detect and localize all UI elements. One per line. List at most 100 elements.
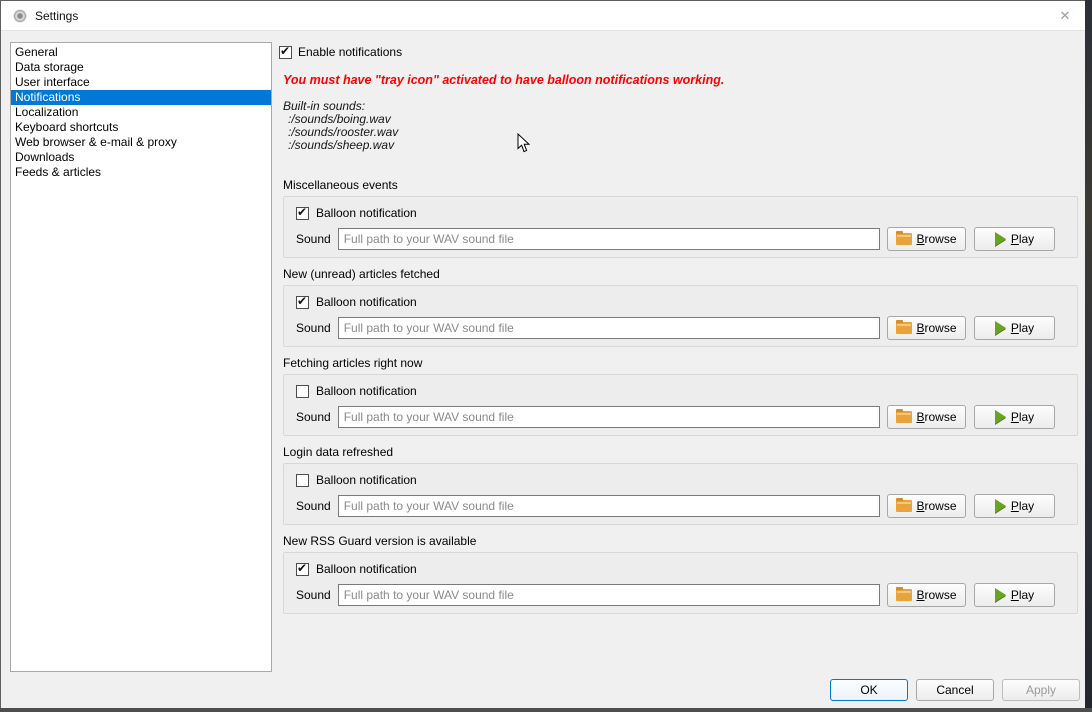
close-icon[interactable]: ✕ [1055, 6, 1075, 26]
balloon-notification-label: Balloon notification [316, 473, 417, 487]
folder-icon [896, 500, 912, 512]
browse-button[interactable]: Browse [887, 405, 966, 429]
sidebar-item-general[interactable]: General [11, 45, 271, 60]
play-button-label: Play [1011, 232, 1034, 246]
title-bar: Settings ✕ [1, 1, 1085, 31]
checkmark-icon: ✔ [280, 44, 290, 58]
window-border-left [0, 0, 1, 712]
browse-button-label: Browse [916, 321, 956, 335]
cancel-button[interactable]: Cancel [916, 679, 994, 701]
browse-button[interactable]: Browse [887, 316, 966, 340]
browse-button-label: Browse [916, 588, 956, 602]
checkmark-icon: ✔ [297, 205, 307, 219]
section-groupbox: ✔ Balloon notification Sound Browse Play [283, 196, 1078, 258]
play-icon [995, 588, 1006, 602]
sidebar-item-downloads[interactable]: Downloads [11, 150, 271, 165]
builtin-sounds-block: Built-in sounds: :/sounds/boing.wav :/so… [283, 100, 398, 152]
folder-icon [896, 322, 912, 334]
browse-button[interactable]: Browse [887, 583, 966, 607]
sound-row: Sound Browse Play [296, 405, 1055, 429]
play-button[interactable]: Play [974, 494, 1055, 518]
play-button[interactable]: Play [974, 405, 1055, 429]
sound-label: Sound [296, 321, 331, 335]
folder-icon [896, 589, 912, 601]
balloon-notification-row[interactable]: ✔ Balloon notification [296, 206, 417, 220]
play-button[interactable]: Play [974, 227, 1055, 251]
section-groupbox: Balloon notification Sound Browse Play [283, 374, 1078, 436]
checkmark-icon: ✔ [297, 561, 307, 575]
sound-path-input[interactable] [338, 406, 880, 428]
balloon-notification-checkbox[interactable]: ✔ [296, 563, 309, 576]
sound-label: Sound [296, 588, 331, 602]
browse-button[interactable]: Browse [887, 227, 966, 251]
section-title: Miscellaneous events [283, 179, 1078, 192]
balloon-notification-row[interactable]: Balloon notification [296, 473, 417, 487]
section-new-version-available: New RSS Guard version is available ✔ Bal… [283, 535, 1078, 614]
section-groupbox: Balloon notification Sound Browse Play [283, 463, 1078, 525]
settings-dialog: Settings ✕ General Data storage User int… [0, 0, 1092, 712]
section-groupbox: ✔ Balloon notification Sound Browse Play [283, 285, 1078, 347]
builtin-sound-path: :/sounds/sheep.wav [283, 139, 398, 152]
sidebar-item-keyboard-shortcuts[interactable]: Keyboard shortcuts [11, 120, 271, 135]
section-login-data-refreshed: Login data refreshed Balloon notificatio… [283, 446, 1078, 525]
balloon-notification-checkbox[interactable]: ✔ [296, 207, 309, 220]
section-miscellaneous-events: Miscellaneous events ✔ Balloon notificat… [283, 179, 1078, 258]
sound-path-input[interactable] [338, 317, 880, 339]
dialog-button-box: OK Cancel Apply [830, 679, 1080, 701]
enable-notifications-checkbox[interactable]: ✔ [279, 46, 292, 59]
play-button-label: Play [1011, 410, 1034, 424]
section-title: New RSS Guard version is available [283, 535, 1078, 548]
play-icon [995, 410, 1006, 424]
sidebar-item-feeds-articles[interactable]: Feeds & articles [11, 165, 271, 180]
sound-path-input[interactable] [338, 495, 880, 517]
balloon-notification-row[interactable]: ✔ Balloon notification [296, 295, 417, 309]
section-title: Fetching articles right now [283, 357, 1078, 370]
ok-button[interactable]: OK [830, 679, 908, 701]
apply-button[interactable]: Apply [1002, 679, 1080, 701]
section-new-articles-fetched: New (unread) articles fetched ✔ Balloon … [283, 268, 1078, 347]
play-icon [995, 499, 1006, 513]
sound-label: Sound [296, 410, 331, 424]
balloon-notification-label: Balloon notification [316, 295, 417, 309]
section-groupbox: ✔ Balloon notification Sound Browse Play [283, 552, 1078, 614]
balloon-notification-checkbox[interactable] [296, 385, 309, 398]
folder-icon [896, 233, 912, 245]
browse-button-label: Browse [916, 410, 956, 424]
balloon-notification-label: Balloon notification [316, 562, 417, 576]
section-fetching-articles: Fetching articles right now Balloon noti… [283, 357, 1078, 436]
sidebar-item-localization[interactable]: Localization [11, 105, 271, 120]
sidebar-item-user-interface[interactable]: User interface [11, 75, 271, 90]
balloon-notification-label: Balloon notification [316, 206, 417, 220]
settings-category-list: General Data storage User interface Noti… [10, 42, 272, 672]
enable-notifications-row[interactable]: ✔ Enable notifications [279, 45, 402, 59]
sidebar-item-data-storage[interactable]: Data storage [11, 60, 271, 75]
browse-button[interactable]: Browse [887, 494, 966, 518]
window-border-right [1085, 0, 1092, 712]
play-button-label: Play [1011, 499, 1034, 513]
sound-label: Sound [296, 499, 331, 513]
sound-path-input[interactable] [338, 584, 880, 606]
balloon-notification-checkbox[interactable]: ✔ [296, 296, 309, 309]
balloon-notification-row[interactable]: Balloon notification [296, 384, 417, 398]
balloon-notification-row[interactable]: ✔ Balloon notification [296, 562, 417, 576]
sound-path-input[interactable] [338, 228, 880, 250]
play-button[interactable]: Play [974, 316, 1055, 340]
balloon-notification-checkbox[interactable] [296, 474, 309, 487]
play-icon [995, 321, 1006, 335]
window-title: Settings [35, 9, 78, 23]
play-button[interactable]: Play [974, 583, 1055, 607]
balloon-notification-label: Balloon notification [316, 384, 417, 398]
settings-gear-icon [13, 9, 27, 23]
sidebar-item-notifications[interactable]: Notifications [11, 90, 271, 105]
sound-label: Sound [296, 232, 331, 246]
sound-row: Sound Browse Play [296, 316, 1055, 340]
play-button-label: Play [1011, 588, 1034, 602]
folder-icon [896, 411, 912, 423]
sound-row: Sound Browse Play [296, 227, 1055, 251]
browse-button-label: Browse [916, 499, 956, 513]
window-border-bottom [0, 708, 1092, 712]
mouse-cursor [517, 133, 530, 156]
sidebar-item-web-browser[interactable]: Web browser & e-mail & proxy [11, 135, 271, 150]
enable-notifications-label: Enable notifications [298, 45, 402, 59]
sound-row: Sound Browse Play [296, 583, 1055, 607]
